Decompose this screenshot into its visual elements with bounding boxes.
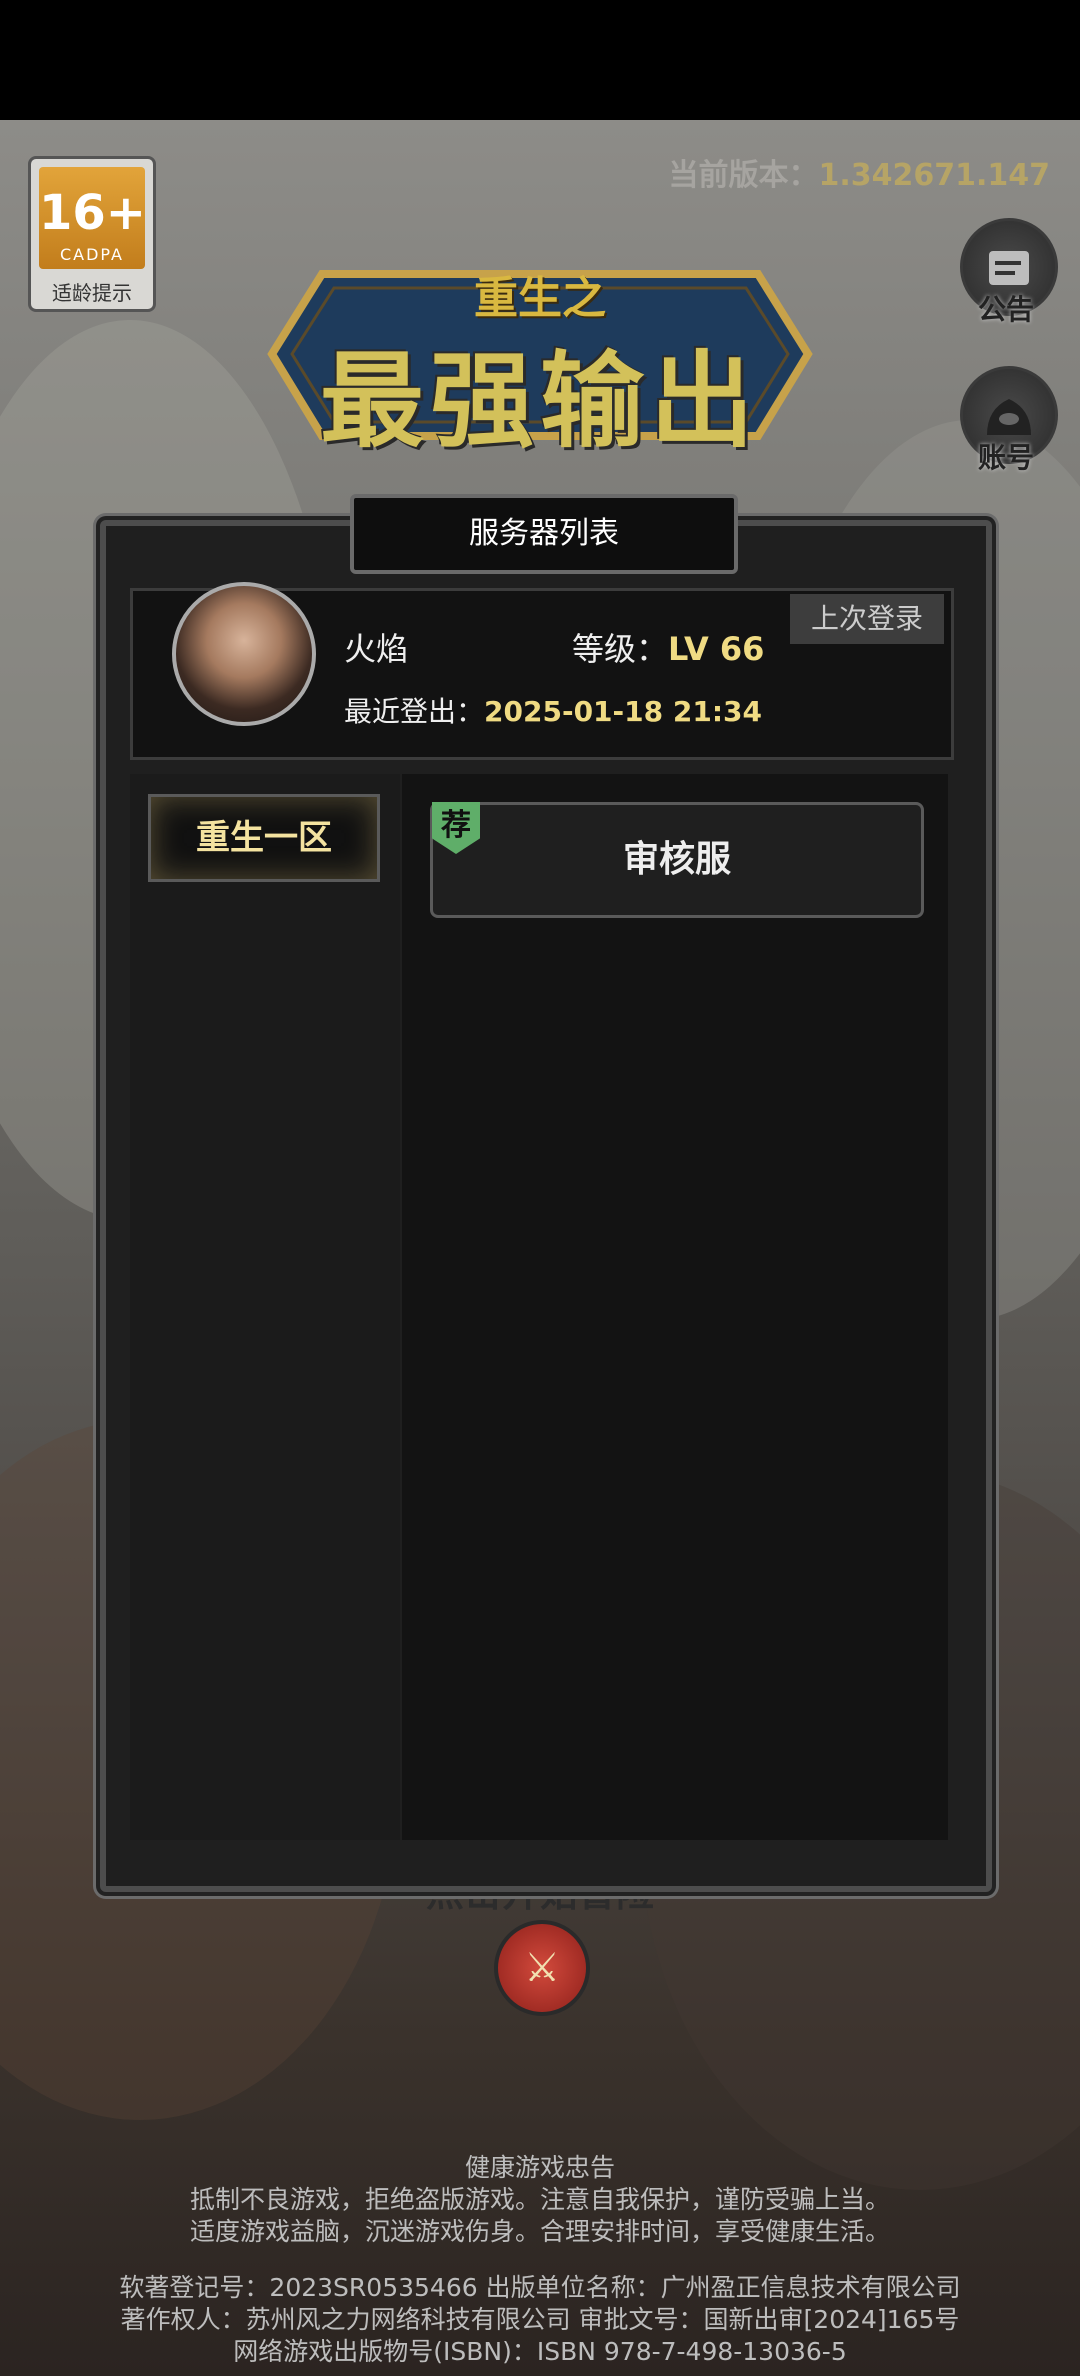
last-logout: 最近登出：2025-01-18 21:34: [344, 690, 762, 730]
player-name: 火焰: [344, 630, 409, 668]
player-level: 等级：LV 66: [572, 624, 764, 670]
status-bar: [0, 0, 1080, 120]
logo-title: 最强输出: [319, 340, 760, 462]
account-label: 账号: [977, 441, 1034, 474]
start-button[interactable]: ⚔: [494, 1920, 590, 2016]
health-advice-line2: 适度游戏益脑，沉迷游戏伤身。合理安排时间，享受健康生活。: [189, 2217, 890, 2246]
game-logo: 重生之 最强输出: [252, 254, 828, 462]
health-advice-line1: 抵制不良游戏，拒绝盗版游戏。注意自我保护，谨防受骗上当。: [189, 2185, 890, 2214]
server-grid: [402, 774, 948, 1840]
crossed-swords-icon: ⚔: [524, 1945, 560, 1991]
version-value: 1.342671.147: [818, 158, 1050, 193]
age-rating-number: 16+: [39, 185, 147, 241]
level-label: 等级：: [572, 630, 669, 668]
age-rating-badge[interactable]: 16+ CADPA 适龄提示: [28, 156, 156, 312]
copyright-line3: 网络游戏出版物号(ISBN)：ISBN 978-7-498-13036-5: [233, 2337, 847, 2366]
level-value: LV 66: [668, 630, 765, 668]
notice-label: 公告: [977, 293, 1034, 326]
version-label: 当前版本：: [668, 158, 819, 193]
health-advice-title: 健康游戏忠告: [464, 2153, 615, 2182]
server-button[interactable]: 审核服: [430, 802, 924, 918]
age-rating-label: 适龄提示: [52, 281, 132, 305]
zone-item[interactable]: 重生一区: [148, 794, 380, 882]
age-rating-org: CADPA: [59, 245, 124, 264]
age-rating-tile: 16+ CADPA: [39, 167, 147, 269]
logout-label: 最近登出：: [344, 695, 485, 728]
avatar: [172, 582, 316, 726]
version-info: 当前版本：1.342671.147: [668, 150, 1050, 194]
copyright-line2: 著作权人：苏州风之力网络科技有限公司 审批文号：国新出审[2024]165号: [120, 2305, 960, 2334]
copyright-line1: 软著登记号：2023SR0535466 出版单位名称：广州盈正信息技术有限公司: [119, 2273, 961, 2302]
zone-list: [130, 774, 400, 1840]
logout-value: 2025-01-18 21:34: [484, 695, 762, 728]
last-login-tag: 上次登录: [790, 594, 944, 644]
panel-title: 服务器列表: [350, 494, 738, 574]
